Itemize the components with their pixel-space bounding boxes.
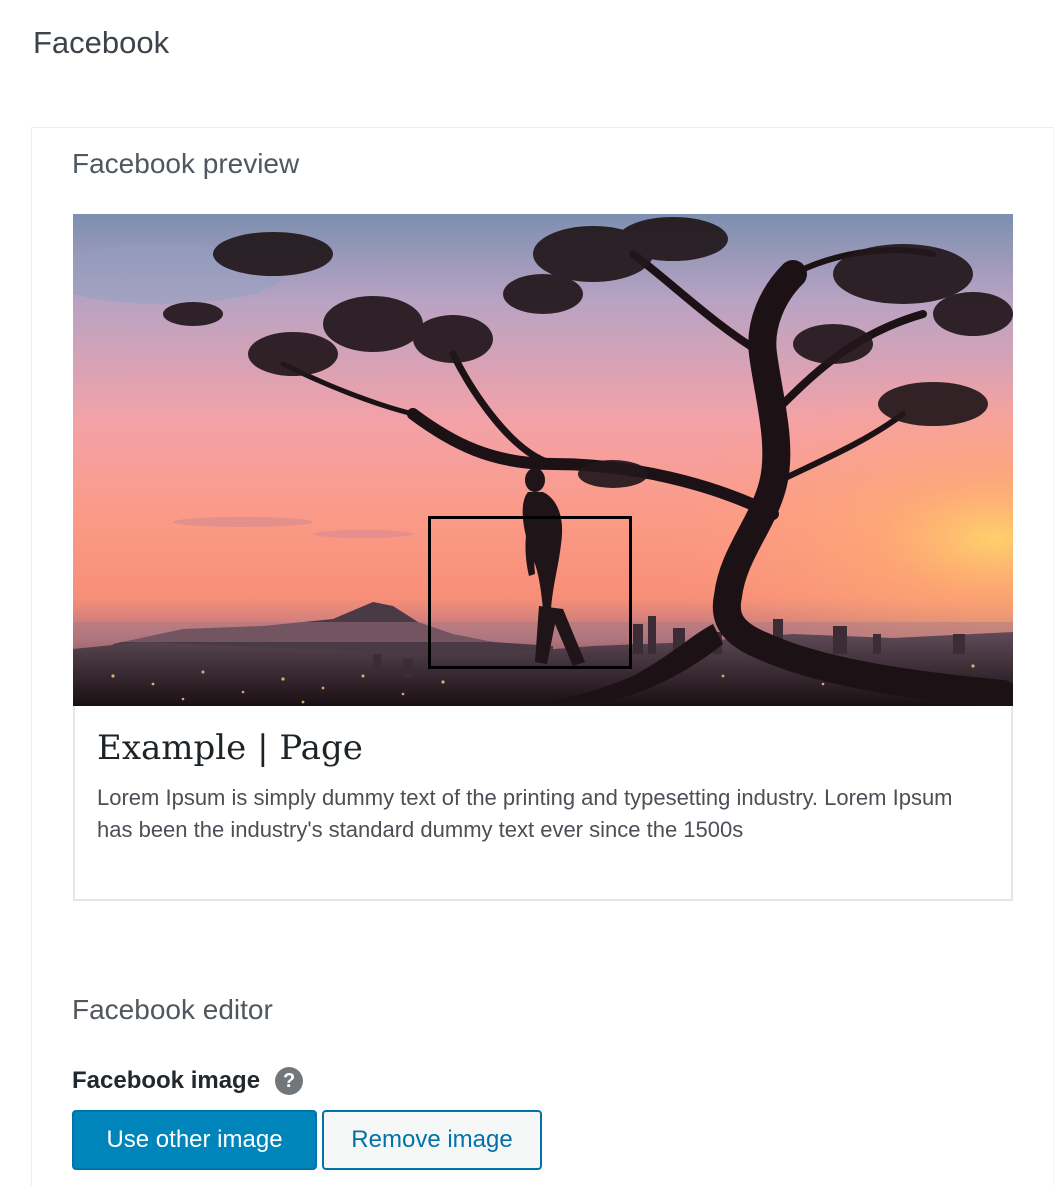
facebook-settings-page: Facebook Facebook preview Example | Page… [0, 0, 1056, 1186]
facebook-panel: Facebook preview Example | Page Lorem Ip… [31, 127, 1054, 1186]
section-title: Facebook [33, 25, 170, 60]
preview-title: Example | Page [97, 728, 363, 768]
focus-point-frame [428, 516, 632, 669]
facebook-preview-card[interactable]: Example | Page Lorem Ipsum is simply dum… [73, 214, 1013, 904]
preview-image[interactable] [73, 214, 1013, 706]
preview-description: Lorem Ipsum is simply dummy text of the … [97, 785, 953, 842]
help-icon[interactable]: ? [275, 1067, 304, 1095]
preview-heading: Facebook preview [72, 148, 300, 179]
editor-heading: Facebook editor [72, 994, 273, 1025]
facebook-image-label: Facebook image ? [72, 1065, 304, 1097]
remove-image-button[interactable]: Remove image [322, 1110, 542, 1170]
use-other-image-button[interactable]: Use other image [72, 1110, 317, 1170]
facebook-image-label-text: Facebook image [72, 1067, 261, 1094]
preview-caption: Example | Page Lorem Ipsum is simply dum… [73, 706, 1013, 901]
